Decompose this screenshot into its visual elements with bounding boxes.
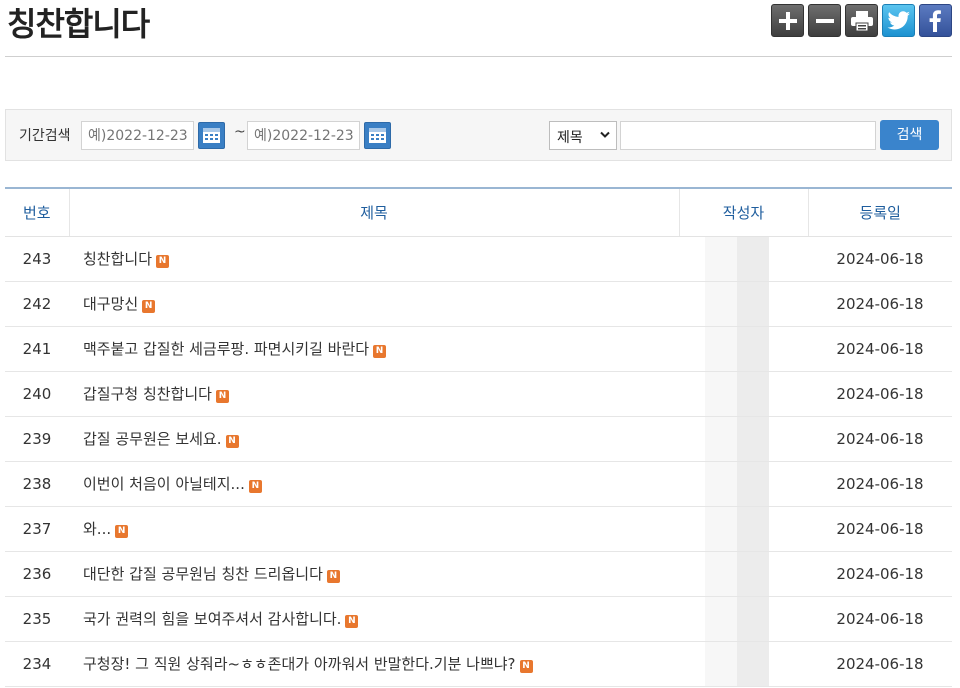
table-row: 238 이번이 처음이 아닐테지... N 2024-06-18 — [5, 461, 952, 507]
row-num: 241 — [5, 326, 69, 372]
row-num: 238 — [5, 461, 69, 507]
new-badge: N — [326, 570, 340, 583]
date-to-input[interactable] — [247, 121, 360, 150]
chevron-down-icon — [600, 131, 610, 138]
row-subject-link[interactable]: 칭찬합니다 — [83, 250, 152, 268]
row-num: 243 — [5, 236, 69, 282]
date-from-calendar-button[interactable] — [198, 122, 225, 149]
row-date: 2024-06-18 — [808, 641, 952, 687]
date-range-separator: ~ — [234, 124, 246, 140]
author-redacted — [705, 641, 769, 686]
minus-icon — [815, 18, 834, 23]
row-date: 2024-06-18 — [808, 236, 952, 282]
header-num: 번호 — [5, 187, 69, 237]
new-badge: N — [248, 480, 262, 493]
author-redacted — [705, 371, 769, 416]
title-divider — [5, 56, 952, 57]
header-author: 작성자 — [678, 187, 808, 237]
row-num: 234 — [5, 641, 69, 687]
new-badge: N — [215, 390, 229, 403]
search-field-selected: 제목 — [557, 130, 583, 146]
row-date: 2024-06-18 — [808, 416, 952, 462]
new-badge: N — [115, 525, 129, 538]
zoom-out-button[interactable] — [808, 4, 841, 37]
twitter-icon — [887, 10, 910, 30]
table-header-row: 번호 제목 작성자 등록일 — [5, 187, 952, 237]
search-button[interactable]: 검색 — [880, 120, 939, 150]
table-row: 242 대구망신 N 2024-06-18 — [5, 281, 952, 327]
row-subject-link[interactable]: 대단한 갑질 공무원님 칭찬 드리옵니다 — [83, 565, 323, 583]
new-badge: N — [156, 255, 170, 268]
row-date: 2024-06-18 — [808, 281, 952, 327]
date-to-calendar-button[interactable] — [364, 122, 391, 149]
table-row: 243 칭찬합니다 N 2024-06-18 — [5, 236, 952, 282]
row-num: 235 — [5, 596, 69, 642]
table-row: 235 국가 권력의 힘을 보여주셔서 감사합니다. N 2024-06-18 — [5, 596, 952, 642]
author-redacted — [705, 596, 769, 641]
author-redacted — [705, 416, 769, 461]
header-date: 등록일 — [807, 187, 952, 237]
facebook-share-button[interactable] — [919, 4, 952, 37]
period-search-label: 기간검색 — [19, 128, 71, 144]
table-row: 241 맥주붙고 갑질한 세금루팡. 파면시키길 바란다 N 2024-06-18 — [5, 326, 952, 372]
search-panel: 기간검색 ~ 제목 검색 — [5, 109, 952, 161]
author-redacted — [705, 506, 769, 551]
row-date: 2024-06-18 — [808, 326, 952, 372]
row-date: 2024-06-18 — [808, 596, 952, 642]
author-redacted — [705, 461, 769, 506]
search-field-select[interactable]: 제목 — [549, 121, 617, 150]
row-subject-link[interactable]: 맥주붙고 갑질한 세금루팡. 파면시키길 바란다 — [83, 340, 369, 358]
row-subject-link[interactable]: 구청장! 그 직원 상줘라~ㅎㅎ존대가 아까워서 반말한다.기분 나쁘냐? — [83, 655, 516, 673]
table-row: 239 갑질 공무원은 보세요. N 2024-06-18 — [5, 416, 952, 462]
row-subject-link[interactable]: 대구망신 — [83, 295, 138, 313]
new-badge: N — [373, 345, 387, 358]
table-row: 236 대단한 갑질 공무원님 칭찬 드리옵니다 N 2024-06-18 — [5, 551, 952, 597]
calendar-icon — [203, 128, 220, 143]
row-subject-link[interactable]: 갑질 공무원은 보세요. — [83, 430, 222, 448]
new-badge: N — [519, 660, 533, 673]
row-subject-link[interactable]: 국가 권력의 힘을 보여주셔서 감사합니다. — [83, 610, 341, 628]
row-num: 237 — [5, 506, 69, 552]
row-subject-link[interactable]: 이번이 처음이 아닐테지... — [83, 475, 245, 493]
header-subject: 제목 — [68, 187, 679, 237]
row-subject-link[interactable]: 갑질구청 칭찬합니다 — [83, 385, 212, 403]
author-redacted — [705, 551, 769, 596]
twitter-share-button[interactable] — [882, 4, 915, 37]
new-badge: N — [345, 615, 359, 628]
plus-icon — [778, 11, 797, 30]
row-date: 2024-06-18 — [808, 371, 952, 417]
page-title: 칭찬합니다 — [7, 5, 150, 43]
author-redacted — [705, 281, 769, 326]
row-subject-link[interactable]: 와... — [83, 520, 111, 538]
table-row: 240 갑질구청 칭찬합니다 N 2024-06-18 — [5, 371, 952, 417]
row-date: 2024-06-18 — [808, 461, 952, 507]
calendar-icon — [369, 128, 386, 143]
author-redacted — [705, 236, 769, 281]
row-num: 240 — [5, 371, 69, 417]
row-num: 242 — [5, 281, 69, 327]
row-num: 236 — [5, 551, 69, 597]
print-button[interactable] — [845, 4, 878, 37]
row-date: 2024-06-18 — [808, 551, 952, 597]
print-icon — [850, 10, 873, 31]
zoom-in-button[interactable] — [771, 4, 804, 37]
facebook-icon — [929, 9, 941, 32]
page-toolbar — [771, 4, 952, 37]
table-row: 234 구청장! 그 직원 상줘라~ㅎㅎ존대가 아까워서 반말한다.기분 나쁘냐… — [5, 641, 952, 687]
keyword-input[interactable] — [620, 121, 876, 150]
row-num: 239 — [5, 416, 69, 462]
new-badge: N — [225, 435, 239, 448]
date-from-input[interactable] — [81, 121, 194, 150]
new-badge: N — [142, 300, 156, 313]
board-table: 번호 제목 작성자 등록일 243 칭찬합니다 N 2024-06-18 242 … — [5, 187, 952, 687]
row-date: 2024-06-18 — [808, 506, 952, 552]
author-redacted — [705, 326, 769, 371]
table-row: 237 와... N 2024-06-18 — [5, 506, 952, 552]
